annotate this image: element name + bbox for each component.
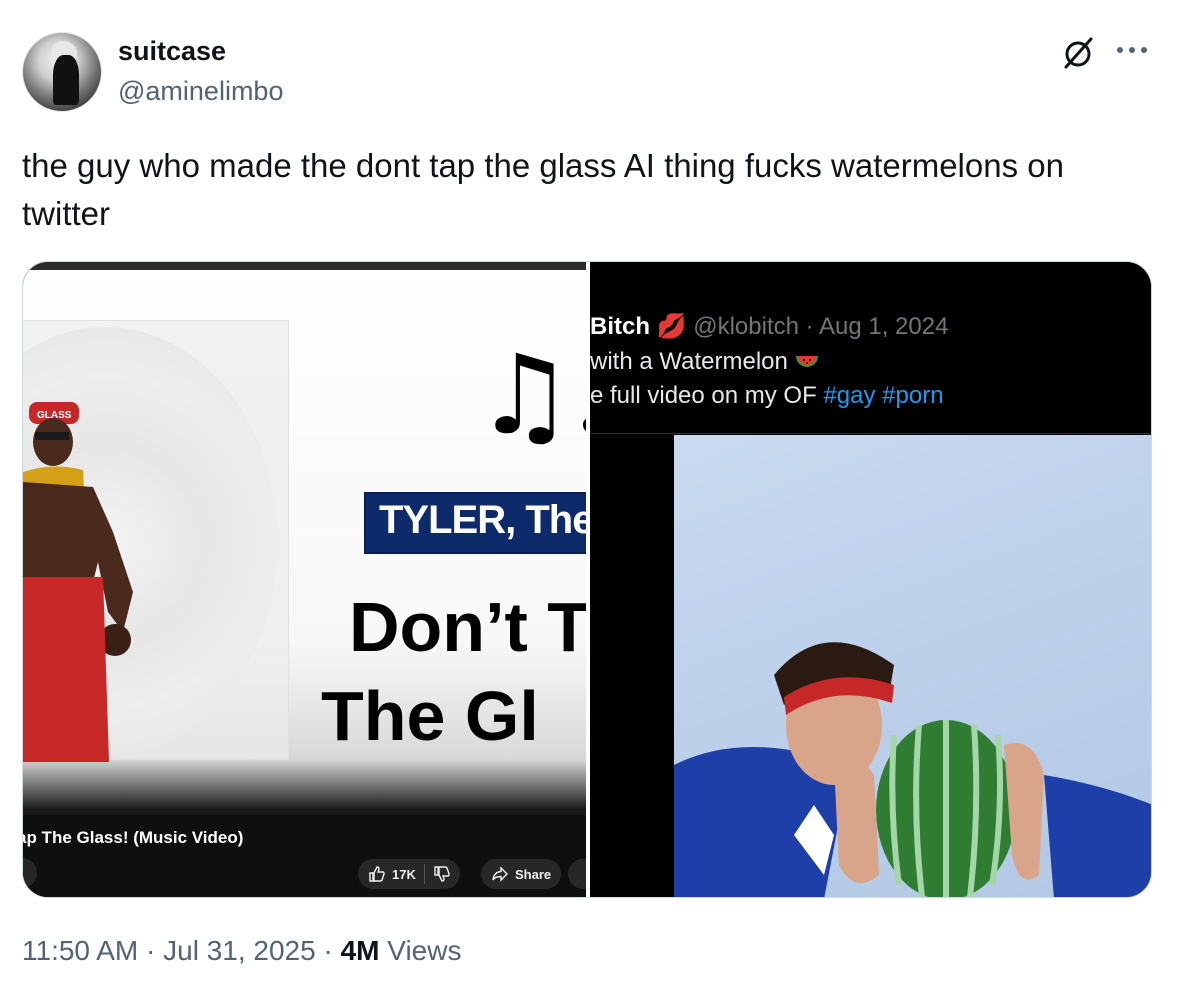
- quoted-header: Bitch 💋 @klobitch · Aug 1, 2024: [590, 312, 948, 341]
- quoted-divider: [590, 433, 1151, 434]
- share-button[interactable]: Share: [481, 859, 561, 889]
- tweet-date[interactable]: Jul 31, 2025: [163, 935, 316, 966]
- views-count: 4M: [340, 935, 380, 966]
- tweet-meta: 11:50 AM · Jul 31, 2025 · 4M Views: [22, 935, 461, 967]
- watermelon-emoji-icon: [795, 355, 818, 367]
- video-heading-line-1: Don’t T: [349, 588, 586, 666]
- quoted-handle-date: @klobitch · Aug 1, 2024: [693, 313, 949, 340]
- video-frame[interactable]: [674, 435, 1151, 897]
- meta-separator-2: ·: [323, 935, 333, 966]
- handle[interactable]: @aminelimbo: [118, 76, 283, 107]
- video-scene: [674, 642, 1151, 897]
- share-arrow-icon: [492, 866, 508, 882]
- views-label: Views: [387, 935, 462, 966]
- avatar[interactable]: [22, 32, 102, 112]
- quoted-line-3-text: e full video on my OF: [590, 382, 817, 409]
- music-notes-icon: ♫♪: [475, 331, 586, 459]
- quoted-name: Bitch: [590, 313, 650, 340]
- video-title: ap The Glass! (Music Video): [23, 828, 244, 847]
- like-dislike-button[interactable]: 17K: [358, 859, 460, 889]
- tweet-time[interactable]: 11:50 AM: [22, 935, 138, 966]
- thumbs-up-icon[interactable]: [368, 865, 386, 883]
- display-name[interactable]: suitcase: [118, 36, 226, 67]
- banner-text: TYLER, The C: [379, 498, 586, 542]
- more-icon[interactable]: [1112, 38, 1152, 62]
- top-bar: [23, 262, 586, 270]
- hashtag-porn[interactable]: #porn: [882, 382, 943, 409]
- like-separator: [423, 864, 425, 884]
- like-count: 17K: [392, 866, 416, 882]
- share-label: Share: [515, 866, 552, 882]
- meta-separator-1: ·: [146, 935, 156, 966]
- lips-emoji-icon: 💋: [656, 313, 687, 340]
- media-right-tweet-screenshot[interactable]: Bitch 💋 @klobitch · Aug 1, 2024 with a W…: [590, 262, 1151, 897]
- quoted-line-2: with a Watermelon: [590, 348, 819, 376]
- album-figure: GLASS: [23, 402, 133, 762]
- media-left-youtube-screenshot[interactable]: GLASS ♫♪ TYLER, The C Don’t T The Gl ap …: [23, 262, 586, 897]
- thumbs-down-icon[interactable]: [433, 865, 451, 883]
- hashtag-gay[interactable]: #gay: [823, 382, 875, 409]
- avatar-figure: [53, 55, 79, 105]
- grok-icon[interactable]: [1060, 35, 1096, 71]
- tweet-text: the guy who made the dont tap the glass …: [22, 147, 1064, 232]
- media-container[interactable]: GLASS ♫♪ TYLER, The C Don’t T The Gl ap …: [22, 261, 1152, 898]
- video-heading-line-2: The Gl: [321, 677, 539, 755]
- quoted-line-3: e full video on my OF #gay #porn: [590, 382, 944, 410]
- quoted-line-2-text: with a Watermelon: [590, 348, 788, 375]
